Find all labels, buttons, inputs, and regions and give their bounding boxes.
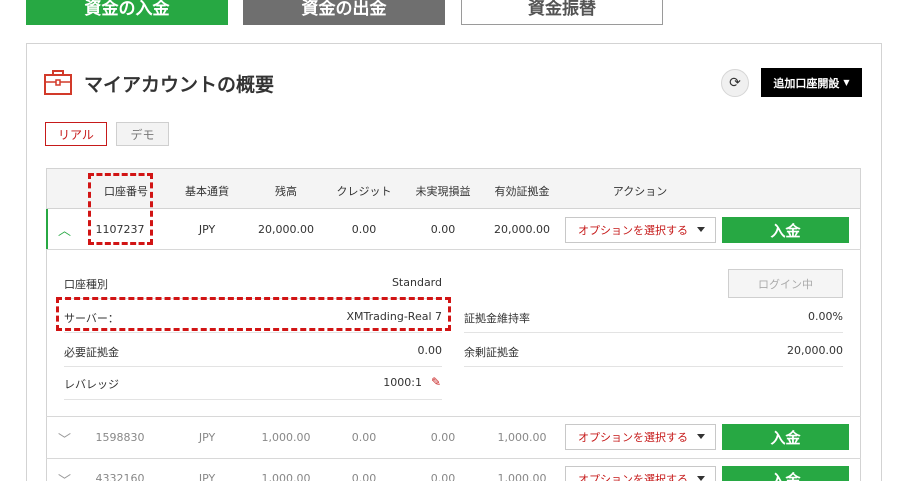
- withdraw-funds-button[interactable]: 資金の出金: [243, 0, 445, 25]
- row1-deposit-button[interactable]: 入金: [722, 217, 849, 243]
- row2-currency: JPY: [198, 431, 216, 444]
- row2-deposit-button[interactable]: 入金: [722, 424, 849, 450]
- row1-options-label: オプションを選択する: [578, 224, 688, 237]
- leverage-value: 1000:1: [383, 376, 422, 389]
- page-title: マイアカウントの概要: [84, 74, 275, 96]
- open-additional-account-button[interactable]: 追加口座開設 ▼: [761, 68, 862, 97]
- row-divider: [46, 458, 861, 459]
- detail-divider: [64, 399, 442, 400]
- row1-balance: 20,000.00: [258, 223, 314, 236]
- row3-options-select[interactable]: オプションを選択する: [565, 466, 716, 481]
- row2-unrealized: 0.00: [430, 431, 456, 444]
- row3-unrealized: 0.00: [430, 472, 456, 481]
- row1-options-select[interactable]: オプションを選択する: [565, 217, 716, 243]
- required-margin-label: 必要証拠金: [64, 346, 119, 359]
- margin-level-label: 証拠金維持率: [464, 312, 530, 325]
- row2-equity: 1,000.00: [497, 431, 547, 444]
- caret-down-icon: [697, 476, 705, 481]
- detail-divider: [64, 366, 442, 367]
- row1-currency: JPY: [198, 223, 216, 236]
- header-balance: 残高: [275, 185, 297, 198]
- row1-credit: 0.00: [351, 223, 377, 236]
- free-margin-value: 20,000.00: [787, 344, 843, 357]
- open-account-label: 追加口座開設: [773, 76, 840, 90]
- account-type-value: Standard: [391, 276, 442, 289]
- chevron-up-icon[interactable]: ︿: [58, 220, 71, 239]
- pencil-icon[interactable]: ✎: [431, 375, 441, 389]
- row2-options-select[interactable]: オプションを選択する: [565, 424, 716, 450]
- account-type-label: 口座種別: [64, 278, 108, 291]
- title-icon-wrap: [43, 67, 73, 97]
- detail-divider: [464, 332, 843, 333]
- row2-balance: 1,000.00: [261, 431, 311, 444]
- caret-down-icon: [697, 434, 705, 439]
- header-base-currency: 基本通貨: [185, 185, 229, 198]
- header-action: アクション: [612, 185, 668, 198]
- detail-divider: [64, 332, 442, 333]
- margin-level-value: 0.00%: [808, 310, 843, 323]
- transfer-funds-button[interactable]: 資金振替: [461, 0, 663, 25]
- required-margin-value: 0.00: [417, 344, 443, 357]
- refresh-button[interactable]: ⟳: [721, 69, 749, 97]
- row3-balance: 1,000.00: [261, 472, 311, 481]
- row3-equity: 1,000.00: [497, 472, 547, 481]
- row2-options-label: オプションを選択する: [578, 431, 688, 444]
- row3-deposit-button[interactable]: 入金: [722, 466, 849, 481]
- row2-account: 1598830: [95, 431, 145, 444]
- refresh-icon: ⟳: [729, 75, 741, 91]
- row2-credit: 0.00: [351, 431, 377, 444]
- annotation-account-number-highlight: [88, 173, 153, 245]
- row3-credit: 0.00: [351, 472, 377, 481]
- row3-account: 4332160: [95, 472, 145, 481]
- caret-down-icon: [697, 227, 705, 232]
- active-row-indicator: [46, 209, 48, 249]
- leverage-label: レバレッジ: [64, 378, 119, 391]
- tab-demo[interactable]: デモ: [116, 122, 169, 146]
- detail-divider: [464, 366, 843, 367]
- chevron-down-icon[interactable]: ﹀: [58, 429, 71, 448]
- row-divider: [46, 416, 861, 417]
- free-margin-label: 余剰証拠金: [464, 346, 519, 359]
- row1-unrealized: 0.00: [430, 223, 456, 236]
- caret-down-icon: ▼: [843, 78, 850, 87]
- header-unrealized-pl: 未実現損益: [415, 185, 471, 198]
- login-button[interactable]: ログイン中: [728, 269, 843, 298]
- header-equity: 有効証拠金: [494, 185, 550, 198]
- tab-real[interactable]: リアル: [45, 122, 107, 146]
- briefcase-icon: [44, 70, 72, 95]
- row-divider: [46, 249, 861, 250]
- row3-options-label: オプションを選択する: [578, 473, 688, 481]
- row3-currency: JPY: [198, 472, 216, 481]
- row1-equity: 20,000.00: [494, 223, 550, 236]
- annotation-server-highlight: [56, 297, 451, 331]
- header-credit: クレジット: [336, 185, 392, 198]
- deposit-funds-button[interactable]: 資金の入金: [26, 0, 228, 25]
- chevron-down-icon[interactable]: ﹀: [58, 470, 71, 481]
